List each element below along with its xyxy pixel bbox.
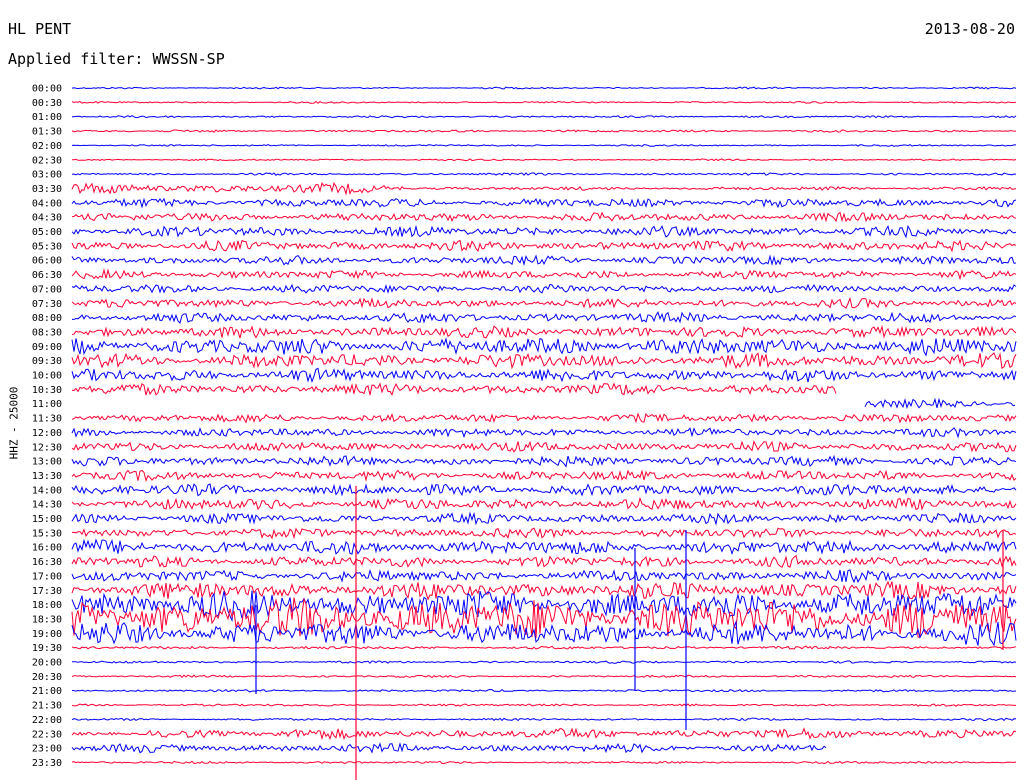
trace-2100 bbox=[71, 688, 1017, 693]
trace-1300 bbox=[71, 454, 1017, 468]
time-tick-0000: 00:00 bbox=[32, 84, 62, 95]
time-tick-1700: 17:00 bbox=[32, 571, 62, 582]
time-tick-0900: 09:00 bbox=[32, 342, 62, 353]
time-tick-1800: 18:00 bbox=[32, 600, 62, 611]
trace-0130 bbox=[71, 129, 1017, 133]
time-tick-2030: 20:30 bbox=[32, 672, 62, 683]
trace-0530 bbox=[71, 239, 1017, 253]
time-tick-1300: 13:00 bbox=[32, 457, 62, 468]
time-tick-1230: 12:30 bbox=[32, 442, 62, 453]
time-tick-1630: 16:30 bbox=[32, 557, 62, 568]
trace-1000 bbox=[71, 367, 1017, 384]
trace-0300 bbox=[71, 172, 1017, 176]
time-tick-2100: 21:00 bbox=[32, 686, 62, 697]
trace-0630 bbox=[71, 268, 1017, 281]
trace-0100 bbox=[72, 115, 1017, 119]
trace-1630 bbox=[71, 554, 1017, 569]
time-tick-1900: 19:00 bbox=[32, 629, 62, 640]
time-tick-2330: 23:30 bbox=[32, 758, 62, 769]
time-tick-0800: 08:00 bbox=[32, 313, 62, 324]
trace-2200 bbox=[71, 717, 1017, 722]
time-tick-1400: 14:00 bbox=[32, 485, 62, 496]
trace-0830 bbox=[71, 324, 1017, 339]
time-tick-0700: 07:00 bbox=[32, 284, 62, 295]
trace-0800 bbox=[72, 311, 1017, 324]
trace-1130 bbox=[71, 412, 1017, 424]
time-tick-0600: 06:00 bbox=[32, 256, 62, 267]
time-tick-0200: 02:00 bbox=[32, 141, 62, 152]
trace-2330 bbox=[71, 760, 1017, 765]
trace-0030 bbox=[71, 100, 1017, 104]
time-tick-1500: 15:00 bbox=[32, 514, 62, 525]
time-tick-2230: 22:30 bbox=[32, 729, 62, 740]
trace-0700 bbox=[71, 283, 1017, 294]
helicorder-plot: 00:00 00:30 01:00 01:30 02:00 02:30 03:00 03:30… bbox=[32, 84, 1017, 780]
time-tick-0730: 07:30 bbox=[32, 299, 62, 310]
trace-2300 bbox=[71, 741, 827, 754]
time-tick-1830: 18:30 bbox=[32, 614, 62, 625]
trace-0400 bbox=[71, 197, 1017, 209]
time-tick-1530: 15:30 bbox=[32, 528, 62, 539]
trace-0730 bbox=[71, 296, 1017, 309]
time-tick-0500: 05:00 bbox=[32, 227, 62, 238]
trace-1530 bbox=[71, 527, 1017, 540]
time-tick-1930: 19:30 bbox=[32, 643, 62, 654]
time-tick-1730: 17:30 bbox=[32, 586, 62, 597]
trace-0900 bbox=[71, 337, 1017, 357]
time-tick-1430: 14:30 bbox=[32, 500, 62, 511]
time-tick-0100: 01:00 bbox=[32, 112, 62, 123]
trace-2130 bbox=[71, 703, 1017, 707]
trace-0230 bbox=[71, 158, 1017, 162]
time-tick-0630: 06:30 bbox=[32, 270, 62, 281]
trace-0930 bbox=[71, 352, 1017, 370]
time-tick-0300: 03:00 bbox=[32, 170, 62, 181]
time-tick-0530: 05:30 bbox=[32, 241, 62, 252]
time-tick-2130: 21:30 bbox=[32, 701, 62, 712]
time-tick-0330: 03:30 bbox=[32, 184, 62, 195]
trace-1400 bbox=[71, 483, 1017, 497]
trace-1500 bbox=[71, 511, 1017, 526]
time-tick-0130: 01:30 bbox=[32, 127, 62, 138]
trace-0000 bbox=[71, 86, 1017, 90]
trace-1200 bbox=[71, 427, 1017, 439]
trace-1930 bbox=[71, 645, 1017, 650]
time-tick-2300: 23:00 bbox=[32, 744, 62, 755]
time-tick-0230: 02:30 bbox=[32, 155, 62, 166]
trace-1030 bbox=[71, 382, 837, 397]
time-tick-1100: 11:00 bbox=[32, 399, 62, 410]
trace-1330 bbox=[71, 469, 1017, 483]
trace-0600 bbox=[71, 254, 1017, 267]
trace-1230 bbox=[71, 439, 1017, 453]
trace-1700 bbox=[71, 569, 1017, 584]
trace-2030 bbox=[71, 674, 1017, 679]
trace-1730 bbox=[71, 580, 1017, 601]
trace-2000 bbox=[71, 660, 1017, 664]
trace-1430 bbox=[71, 496, 1017, 511]
trace-0330 bbox=[71, 181, 1017, 196]
time-tick-labels: 00:00 00:30 01:00 01:30 02:00 02:30 03:00 03:30… bbox=[32, 84, 62, 769]
trace-0430 bbox=[71, 211, 1017, 223]
trace-0500 bbox=[71, 224, 1017, 239]
time-tick-0830: 08:30 bbox=[32, 327, 62, 338]
time-tick-0930: 09:30 bbox=[32, 356, 62, 367]
time-tick-2200: 22:00 bbox=[32, 715, 62, 726]
time-tick-1330: 13:30 bbox=[32, 471, 62, 482]
time-tick-2000: 20:00 bbox=[32, 658, 62, 669]
trace-1600 bbox=[71, 538, 1017, 556]
trace-0200 bbox=[71, 144, 1016, 147]
time-tick-1600: 16:00 bbox=[32, 543, 62, 554]
time-tick-1030: 10:30 bbox=[32, 385, 62, 396]
time-tick-1000: 10:00 bbox=[32, 371, 62, 382]
seismic-traces bbox=[71, 86, 1017, 765]
time-tick-1200: 12:00 bbox=[32, 428, 62, 439]
trace-1830 bbox=[71, 597, 1017, 639]
time-tick-0400: 04:00 bbox=[32, 198, 62, 209]
time-tick-0430: 04:30 bbox=[32, 213, 62, 224]
time-tick-0030: 00:30 bbox=[32, 98, 62, 109]
trace-1100 bbox=[864, 397, 1016, 410]
time-tick-1130: 11:30 bbox=[32, 414, 62, 425]
trace-2230 bbox=[71, 727, 1017, 741]
